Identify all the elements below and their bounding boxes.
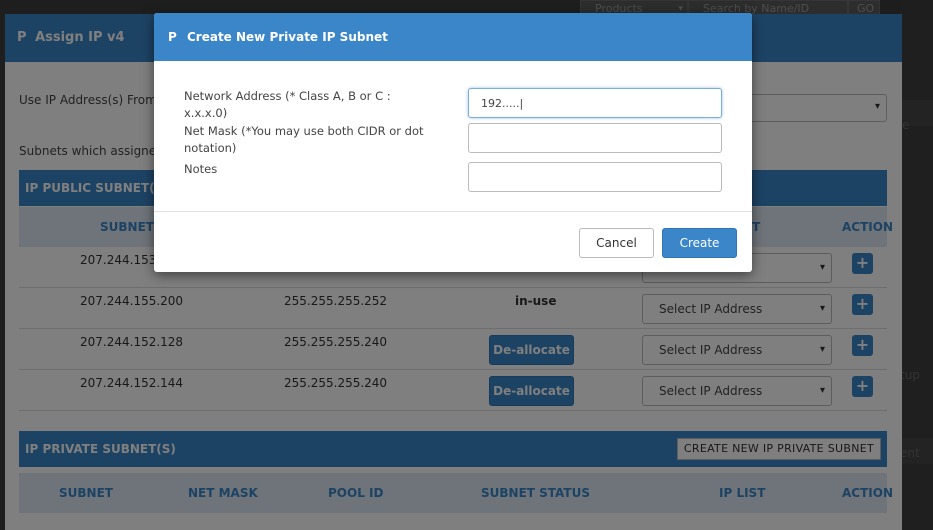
cancel-button[interactable]: Cancel: [579, 228, 654, 258]
create-button[interactable]: Create: [662, 228, 737, 258]
notes-input[interactable]: [468, 162, 722, 192]
net-mask-label: Net Mask (*You may use both CIDR or dot …: [184, 124, 424, 155]
dialog-header: P Create New Private IP Subnet: [154, 13, 752, 61]
dialog-body: Network Address (* Class A, B or C : x.x…: [154, 61, 752, 212]
dialog-title: Create New Private IP Subnet: [186, 30, 388, 44]
create-private-subnet-dialog: P Create New Private IP Subnet Network A…: [154, 13, 752, 272]
net-mask-input[interactable]: [468, 123, 722, 153]
network-address-label: Network Address (* Class A, B or C : x.x…: [184, 89, 391, 120]
network-address-input[interactable]: [468, 88, 722, 118]
notes-label: Notes: [184, 162, 218, 176]
brand-logo-icon: P: [168, 30, 177, 44]
